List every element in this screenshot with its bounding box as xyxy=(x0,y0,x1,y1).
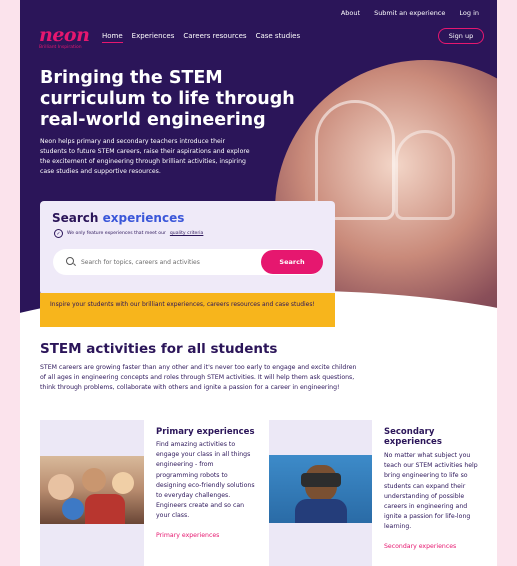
inspire-banner: Inspire your students with our brilliant… xyxy=(40,293,335,327)
secondary-card-title[interactable]: Secondary experiences xyxy=(384,427,464,447)
stem-section-description: STEM careers are growing faster than any… xyxy=(40,364,357,392)
vr-headset-icon xyxy=(301,473,341,487)
search-box: Search xyxy=(53,249,323,275)
quality-badge-icon: ✓ xyxy=(54,229,63,238)
main-nav: Home Experiences Careers resources Case … xyxy=(102,32,300,43)
search-button[interactable]: Search xyxy=(261,250,323,274)
secondary-card-bg xyxy=(269,420,372,455)
quality-note: ✓ We only feature experiences that meet … xyxy=(54,229,203,238)
page-frame: About Submit an experience Log in neon B… xyxy=(20,0,497,566)
child-figure xyxy=(85,494,125,524)
primary-card-text: Find amazing activities to engage your c… xyxy=(156,441,255,520)
child-figure xyxy=(48,474,74,500)
nav-home[interactable]: Home xyxy=(102,32,123,43)
secondary-card-text: No matter what subject you teach our STE… xyxy=(384,452,478,531)
hero-title: Bringing the STEM curriculum to life thr… xyxy=(40,68,295,130)
about-link[interactable]: About xyxy=(341,9,360,17)
search-input[interactable] xyxy=(81,254,246,270)
primary-experiences-image[interactable] xyxy=(40,456,144,524)
secondary-experiences-link[interactable]: Secondary experiences xyxy=(384,543,456,550)
student-figure xyxy=(295,499,347,523)
search-card: Search experiences ✓ We only feature exp… xyxy=(40,201,335,295)
child-figure xyxy=(112,472,134,494)
quality-criteria-link[interactable]: quality criteria xyxy=(170,231,203,236)
primary-card-bg xyxy=(40,420,144,456)
logo-tagline: Brilliant Inspiration xyxy=(39,45,82,50)
globe-icon xyxy=(62,498,84,520)
search-title: Search experiences xyxy=(52,211,184,225)
lab-glassware-graphic xyxy=(395,130,455,220)
child-figure xyxy=(82,468,106,492)
primary-card-bg xyxy=(40,524,144,566)
hero-description: Neon helps primary and secondary teacher… xyxy=(40,138,250,175)
neon-logo[interactable]: neon Brilliant Inspiration xyxy=(39,24,90,51)
signup-button[interactable]: Sign up xyxy=(438,28,484,44)
primary-card-title[interactable]: Primary experiences xyxy=(156,427,256,437)
search-icon xyxy=(66,257,74,265)
submit-experience-link[interactable]: Submit an experience xyxy=(374,9,445,17)
utility-nav: About Submit an experience Log in xyxy=(341,9,479,17)
quality-text: We only feature experiences that meet ou… xyxy=(67,231,166,236)
nav-experiences[interactable]: Experiences xyxy=(132,32,175,43)
secondary-card-bg xyxy=(269,523,372,566)
primary-experiences-link[interactable]: Primary experiences xyxy=(156,532,219,539)
nav-careers-resources[interactable]: Careers resources xyxy=(183,32,246,43)
search-title-part2: experiences xyxy=(102,211,185,225)
logo-wordmark: neon xyxy=(39,24,90,46)
login-link[interactable]: Log in xyxy=(459,9,479,17)
search-title-part1: Search xyxy=(52,211,99,225)
secondary-experiences-image[interactable] xyxy=(269,455,372,523)
nav-case-studies[interactable]: Case studies xyxy=(256,32,301,43)
stem-section-title: STEM activities for all students xyxy=(40,341,278,357)
